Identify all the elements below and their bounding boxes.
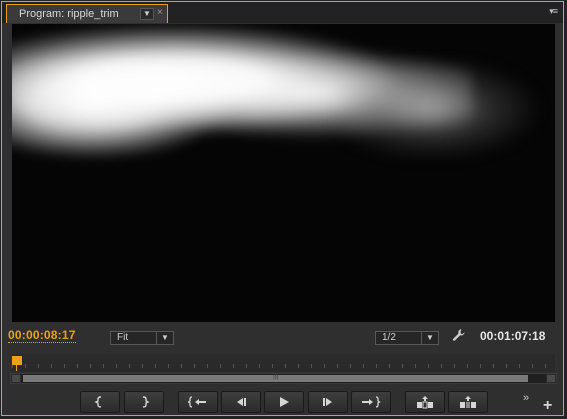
zoom-scrollbar[interactable]: ||| <box>10 373 557 384</box>
go-to-in-button[interactable] <box>178 391 218 413</box>
playback-resolution-select[interactable]: 1/2 ▼ <box>375 331 439 345</box>
chevron-down-icon: ▼ <box>421 332 438 344</box>
playhead-icon[interactable] <box>12 356 22 365</box>
lift-button[interactable] <box>405 391 445 413</box>
plus-icon[interactable]: + <box>543 397 552 415</box>
mark-in-button[interactable] <box>80 391 120 413</box>
mark-out-button[interactable] <box>124 391 164 413</box>
mark-out-icon <box>142 396 150 408</box>
grip-icon: ||| <box>273 373 279 380</box>
program-monitor-panel: Program: ripple_trim ▼ × ▾≡ 00:00:08:17 … <box>1 1 564 416</box>
current-timecode[interactable]: 00:00:08:17 <box>8 328 76 343</box>
video-frame-highlight-secondary <box>342 64 555 174</box>
duration-timecode: 00:01:07:18 <box>480 329 546 343</box>
zoom-level-value: Fit <box>117 332 129 343</box>
play-icon <box>280 397 289 407</box>
resolution-value: 1/2 <box>382 332 396 343</box>
scrollbar-left-handle[interactable] <box>11 374 21 383</box>
go-to-out-button[interactable] <box>351 391 391 413</box>
scrollbar-right-handle[interactable] <box>546 374 556 383</box>
double-chevron-right-icon[interactable]: » <box>523 392 529 404</box>
extract-button[interactable] <box>448 391 488 413</box>
tab-title: Program: ripple_trim <box>19 8 119 20</box>
chevron-down-icon: ▼ <box>156 332 173 344</box>
go-to-out-icon <box>362 396 381 408</box>
step-forward-icon <box>323 398 332 406</box>
step-back-icon <box>237 398 246 406</box>
zoom-level-select[interactable]: Fit ▼ <box>110 331 174 345</box>
tab-program[interactable]: Program: ripple_trim ▼ × <box>6 4 168 23</box>
video-preview[interactable] <box>12 24 555 322</box>
lift-icon <box>417 396 433 409</box>
play-button[interactable] <box>264 391 304 413</box>
go-to-in-icon <box>187 396 206 408</box>
time-ruler[interactable] <box>12 354 555 372</box>
scrollbar-thumb[interactable]: ||| <box>23 373 528 382</box>
extract-icon <box>460 396 476 408</box>
mark-in-icon <box>94 396 102 408</box>
close-icon[interactable]: × <box>157 7 163 18</box>
wrench-icon[interactable] <box>452 328 466 345</box>
step-back-button[interactable] <box>221 391 261 413</box>
panel-menu-icon[interactable]: ▾≡ <box>549 6 558 17</box>
playhead-line <box>16 365 17 371</box>
tab-bar: Program: ripple_trim ▼ × ▾≡ <box>2 2 563 23</box>
step-forward-button[interactable] <box>308 391 348 413</box>
ruler-ticks <box>12 364 555 368</box>
chevron-down-icon[interactable]: ▼ <box>140 8 154 20</box>
